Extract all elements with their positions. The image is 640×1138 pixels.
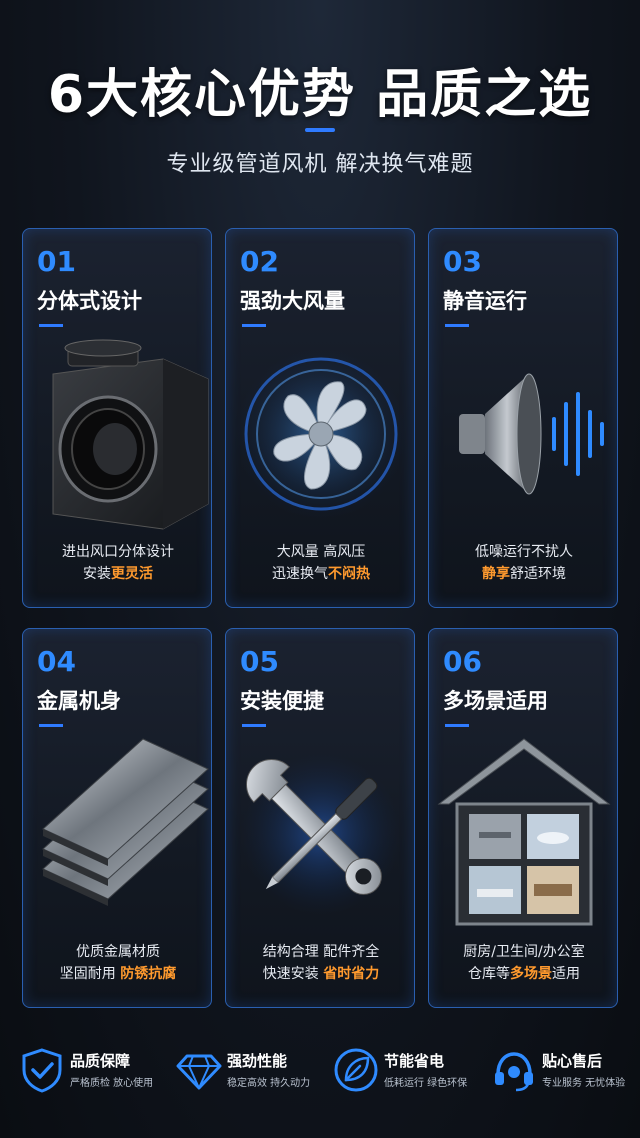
desc-text: 适用 [552, 966, 580, 982]
card-desc-line2: 迅速换气不闷热 [226, 563, 414, 585]
card-desc-line2: 快速安装 省时省力 [226, 963, 414, 985]
card-title-bar [39, 724, 63, 727]
title-underline [305, 128, 335, 132]
feature-name: 贴心售后 [542, 1052, 603, 1070]
feature-subtitle: 稳定高效 持久动力 [227, 1078, 311, 1089]
desc-text: 仓库等 [468, 966, 510, 982]
feature-performance: 强劲性能 稳定高效 持久动力 [175, 1046, 330, 1106]
shield-check-icon [22, 1048, 62, 1093]
advantage-card-3: 03 静音运行 低噪运行不扰人 静享舒适环境 [428, 228, 618, 608]
card-desc-line1: 结构合理 配件齐全 [262, 944, 380, 960]
feature-strip: 品质保障 严格质检 放心使用 强劲性能 稳定高效 持久动力 节能省电 低耗运行 … [0, 1030, 640, 1130]
card-title: 多场景适用 [443, 689, 548, 713]
card-desc-line2: 安装更灵活 [23, 563, 211, 585]
desc-text: 迅速换气 [272, 566, 328, 582]
feature-name: 节能省电 [384, 1052, 445, 1070]
card-title-bar [39, 324, 63, 327]
feature-subtitle: 专业服务 无忧体验 [542, 1078, 626, 1089]
advantage-card-1: 01 分体式设计 进出风口分体设计 安装更灵活 [22, 228, 212, 608]
card-title-bar [445, 724, 469, 727]
feature-subtitle: 严格质检 放心使用 [70, 1078, 154, 1089]
card-desc-line1: 进出风口分体设计 [62, 544, 174, 560]
card-desc-line1: 大风量 高风压 [276, 544, 366, 560]
card-desc-line2: 静享舒适环境 [429, 563, 617, 585]
card-number: 04 [37, 645, 76, 678]
desc-highlight: 静享 [482, 566, 510, 582]
headset-icon [495, 1052, 533, 1092]
card-title-bar [242, 324, 266, 327]
feature-service: 贴心售后 专业服务 无忧体验 [490, 1046, 640, 1106]
feature-energy: 节能省电 低耗运行 绿色环保 [332, 1046, 487, 1106]
card-title: 强劲大风量 [240, 289, 345, 313]
card-number: 06 [443, 645, 482, 678]
desc-text: 快速安装 [262, 966, 324, 982]
card-description: 厨房/卫生间/办公室 仓库等多场景适用 [429, 941, 617, 985]
card-title-bar [445, 324, 469, 327]
page-title: 6大核心优势 品质之选 [47, 65, 593, 125]
feature-quality: 品质保障 严格质检 放心使用 [18, 1046, 173, 1106]
desc-text: 安装 [83, 566, 111, 582]
card-description: 低噪运行不扰人 静享舒适环境 [429, 541, 617, 585]
card-number: 01 [37, 245, 76, 278]
diamond-icon [176, 1054, 222, 1090]
card-title-bar [242, 724, 266, 727]
metal-sheets-image [42, 738, 209, 906]
desc-text: 舒适环境 [510, 566, 566, 582]
desc-highlight: 防锈抗腐 [120, 966, 177, 982]
fan-blade-image [236, 349, 406, 519]
header: 6大核心优势 品质之选 专业级管道风机 解决换气难题 [0, 0, 640, 200]
card-description: 进出风口分体设计 安装更灵活 [23, 541, 211, 585]
card-desc-line1: 低噪运行不扰人 [475, 544, 573, 560]
card-title: 金属机身 [37, 689, 121, 713]
advantage-card-2: 02 强劲大风量 大风量 高风压 迅速换气不闷热 [225, 228, 415, 608]
card-number: 05 [240, 645, 279, 678]
desc-highlight: 不闷热 [328, 566, 370, 582]
leaf-icon [334, 1048, 378, 1092]
desc-text: 坚固耐用 [59, 966, 121, 982]
desc-highlight: 更灵活 [111, 566, 153, 582]
duct-fan-image [52, 339, 209, 530]
advantage-card-5: 05 安装便捷 结构合理 配件齐全 快速安装 省时省力 [225, 628, 415, 1008]
desc-highlight: 省时省力 [323, 966, 380, 982]
card-desc-line2: 坚固耐用 防锈抗腐 [23, 963, 211, 985]
card-description: 结构合理 配件齐全 快速安装 省时省力 [226, 941, 414, 985]
card-desc-line1: 厨房/卫生间/办公室 [463, 944, 585, 960]
house-scenes-image [437, 738, 611, 926]
card-number: 02 [240, 245, 279, 278]
advantage-card-4: 04 金属机身 优质金属材质 坚固耐用 防锈抗腐 [22, 628, 212, 1008]
tools-icon [241, 754, 401, 914]
advantage-card-6: 06 多场景适用 厨房/卫生间/办公室 仓库等多场景适用 [428, 628, 618, 1008]
feature-name: 品质保障 [70, 1052, 131, 1070]
card-title: 分体式设计 [37, 289, 142, 313]
card-description: 优质金属材质 坚固耐用 防锈抗腐 [23, 941, 211, 985]
card-number: 03 [443, 245, 482, 278]
card-desc-line2: 仓库等多场景适用 [429, 963, 617, 985]
card-title: 安装便捷 [240, 689, 324, 713]
card-description: 大风量 高风压 迅速换气不闷热 [226, 541, 414, 585]
speaker-icon [459, 373, 604, 495]
card-title: 静音运行 [443, 289, 527, 313]
feature-subtitle: 低耗运行 绿色环保 [384, 1078, 468, 1089]
page-subtitle: 专业级管道风机 解决换气难题 [166, 152, 474, 177]
card-desc-line1: 优质金属材质 [76, 944, 160, 960]
desc-highlight: 多场景 [510, 966, 552, 982]
feature-name: 强劲性能 [227, 1052, 288, 1070]
